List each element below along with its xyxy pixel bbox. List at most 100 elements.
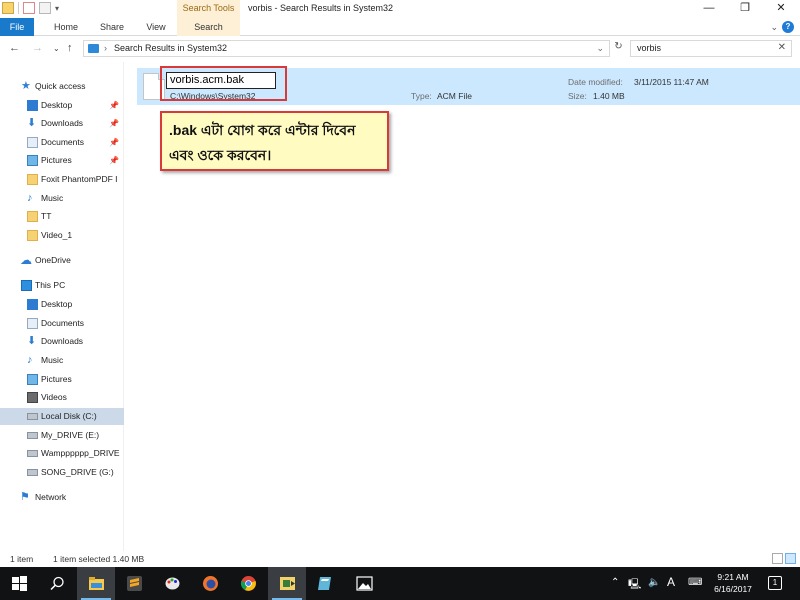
cloud-icon: ☁	[20, 253, 32, 267]
sidebar-item-desktop[interactable]: Desktop 📌	[0, 97, 124, 114]
tab-share[interactable]: Share	[96, 18, 128, 36]
recent-locations-icon[interactable]: ⌄	[53, 44, 60, 53]
sidebar-item-network[interactable]: ⚑ Network	[0, 489, 124, 506]
tab-file[interactable]: File	[0, 18, 34, 36]
taskbar-photos[interactable]	[345, 567, 383, 600]
network-status-icon[interactable]: 🖳	[628, 577, 641, 594]
system-clock[interactable]: 9:21 AM 6/16/2017	[708, 571, 758, 595]
address-bar-row: ← → ⌄ ↑ › Search Results in System32 ⌄ ↻…	[0, 37, 800, 61]
details-view-icon[interactable]	[772, 553, 783, 564]
search-results-icon	[88, 44, 99, 53]
sidebar-item-this-pc[interactable]: This PC	[0, 277, 124, 294]
taskbar-app-3[interactable]	[153, 567, 191, 600]
up-icon[interactable]: ↑	[67, 42, 73, 54]
chevron-down-icon[interactable]: ⌄	[596, 43, 604, 54]
sidebar-item-label: OneDrive	[35, 255, 71, 265]
customize-toolbar-icon[interactable]: ▾	[55, 4, 59, 13]
sidebar-item-pc-documents[interactable]: Documents	[0, 315, 124, 332]
taskbar-app-6[interactable]	[268, 567, 306, 600]
sidebar-item-label: Quick access	[35, 81, 86, 91]
firefox-icon	[203, 576, 218, 591]
sidebar-item-label: Network	[35, 492, 67, 502]
pin-icon: 📌	[109, 101, 119, 110]
action-center-icon[interactable]: 1	[768, 576, 782, 590]
new-folder-icon[interactable]	[39, 2, 51, 14]
sidebar-item-pc-music[interactable]: ♪ Music	[0, 352, 124, 369]
sidebar-item-documents[interactable]: Documents 📌	[0, 134, 124, 151]
sidebar-item-tt[interactable]: TT	[0, 208, 124, 225]
sidebar-item-pc-pictures[interactable]: Pictures	[0, 371, 124, 388]
forward-icon[interactable]: →	[32, 42, 43, 54]
show-hidden-icons-icon[interactable]: ⌃	[611, 577, 619, 588]
sidebar-item-pictures[interactable]: Pictures 📌	[0, 152, 124, 169]
clear-search-icon[interactable]: ✕	[778, 42, 786, 53]
back-icon[interactable]: ←	[9, 42, 20, 54]
taskbar-app-7[interactable]	[306, 567, 344, 600]
search-input[interactable]: vorbis ✕	[630, 40, 792, 57]
taskbar-file-explorer[interactable]	[77, 567, 115, 600]
volume-icon[interactable]: 🔈	[648, 577, 660, 588]
sidebar-item-drive-e[interactable]: My_DRIVE (E:)	[0, 427, 124, 444]
sidebar-item-drive-wamp[interactable]: Wampppppp_DRIVE	[0, 445, 124, 462]
sidebar-item-label: Music	[41, 193, 64, 203]
language-indicator[interactable]: A	[667, 575, 675, 589]
network-icon: ⚑	[20, 491, 30, 503]
media-player-icon	[280, 577, 295, 590]
sidebar-item-downloads[interactable]: ⬇ Downloads 📌	[0, 115, 124, 132]
callout-line-2: এবং ওকে করবেন।	[169, 147, 272, 163]
sidebar-item-foxit[interactable]: Foxit PhantomPDF I	[0, 171, 124, 188]
pictures-icon	[27, 155, 38, 166]
chevron-right-icon[interactable]: ›	[104, 43, 107, 53]
sidebar-item-drive-g[interactable]: SONG_DRIVE (G:)	[0, 464, 124, 481]
drive-icon	[27, 413, 38, 420]
refresh-icon[interactable]: ↻	[611, 41, 626, 57]
sidebar-item-quick-access[interactable]: ★ Quick access	[0, 78, 124, 95]
pin-icon: 📌	[109, 138, 119, 147]
expand-ribbon-icon[interactable]: ⌄	[770, 22, 778, 33]
properties-icon[interactable]	[23, 2, 35, 14]
pin-icon: 📌	[109, 156, 119, 165]
help-icon[interactable]: ?	[782, 21, 794, 33]
sidebar-item-label: Desktop	[41, 299, 73, 309]
input-method-icon[interactable]: ⌨	[688, 577, 702, 588]
documents-icon	[27, 318, 38, 329]
sidebar-item-music[interactable]: ♪ Music	[0, 190, 124, 207]
photos-icon	[356, 576, 373, 591]
sidebar-item-onedrive[interactable]: ☁ OneDrive	[0, 252, 124, 269]
search-button[interactable]	[38, 567, 76, 600]
sidebar-item-pc-desktop[interactable]: Desktop	[0, 296, 124, 313]
download-icon: ⬇	[27, 335, 37, 347]
minimize-button[interactable]: —	[692, 0, 726, 18]
tab-view[interactable]: View	[140, 18, 172, 36]
sidebar-item-local-disk-c[interactable]: Local Disk (C:)	[0, 408, 124, 425]
close-button[interactable]: ✕	[764, 0, 798, 18]
sidebar-item-pc-videos[interactable]: Videos	[0, 389, 124, 406]
maximize-button[interactable]: ❐	[728, 0, 762, 18]
navigation-pane: ★ Quick access Desktop 📌 ⬇ Downloads 📌 D…	[0, 62, 124, 551]
large-icons-view-icon[interactable]	[785, 553, 796, 564]
size-value: 1.40 MB	[593, 91, 625, 101]
sidebar-item-label: Downloads	[41, 336, 84, 346]
file-explorer-icon	[89, 577, 104, 590]
music-icon: ♪	[27, 354, 33, 366]
sidebar-item-label: Videos	[41, 392, 67, 402]
folder-icon	[2, 2, 14, 14]
divider	[18, 2, 19, 14]
tab-search[interactable]: Search	[177, 18, 240, 36]
taskbar-firefox[interactable]	[191, 567, 229, 600]
ribbon-tabs: File Home Share View Search ⌄ ?	[0, 18, 800, 36]
file-explorer-window: ▾ Search Tools vorbis - Search Results i…	[0, 0, 800, 567]
type-label: Type:	[411, 91, 432, 101]
taskbar-chrome[interactable]	[229, 567, 267, 600]
sidebar-item-pc-downloads[interactable]: ⬇ Downloads	[0, 333, 124, 350]
music-icon: ♪	[27, 192, 33, 204]
video-icon	[27, 392, 38, 403]
file-list: vorbis.acm.bak C:\Windows\System32 Type:…	[130, 62, 800, 551]
tab-home[interactable]: Home	[50, 18, 82, 36]
clock-date: 6/16/2017	[714, 584, 752, 594]
taskbar-app-2[interactable]	[115, 567, 153, 600]
sidebar-item-video-1[interactable]: Video_1	[0, 227, 124, 244]
item-count: 1 item	[10, 554, 34, 564]
start-button[interactable]	[0, 567, 38, 600]
address-bar[interactable]: › Search Results in System32 ⌄	[83, 40, 610, 57]
